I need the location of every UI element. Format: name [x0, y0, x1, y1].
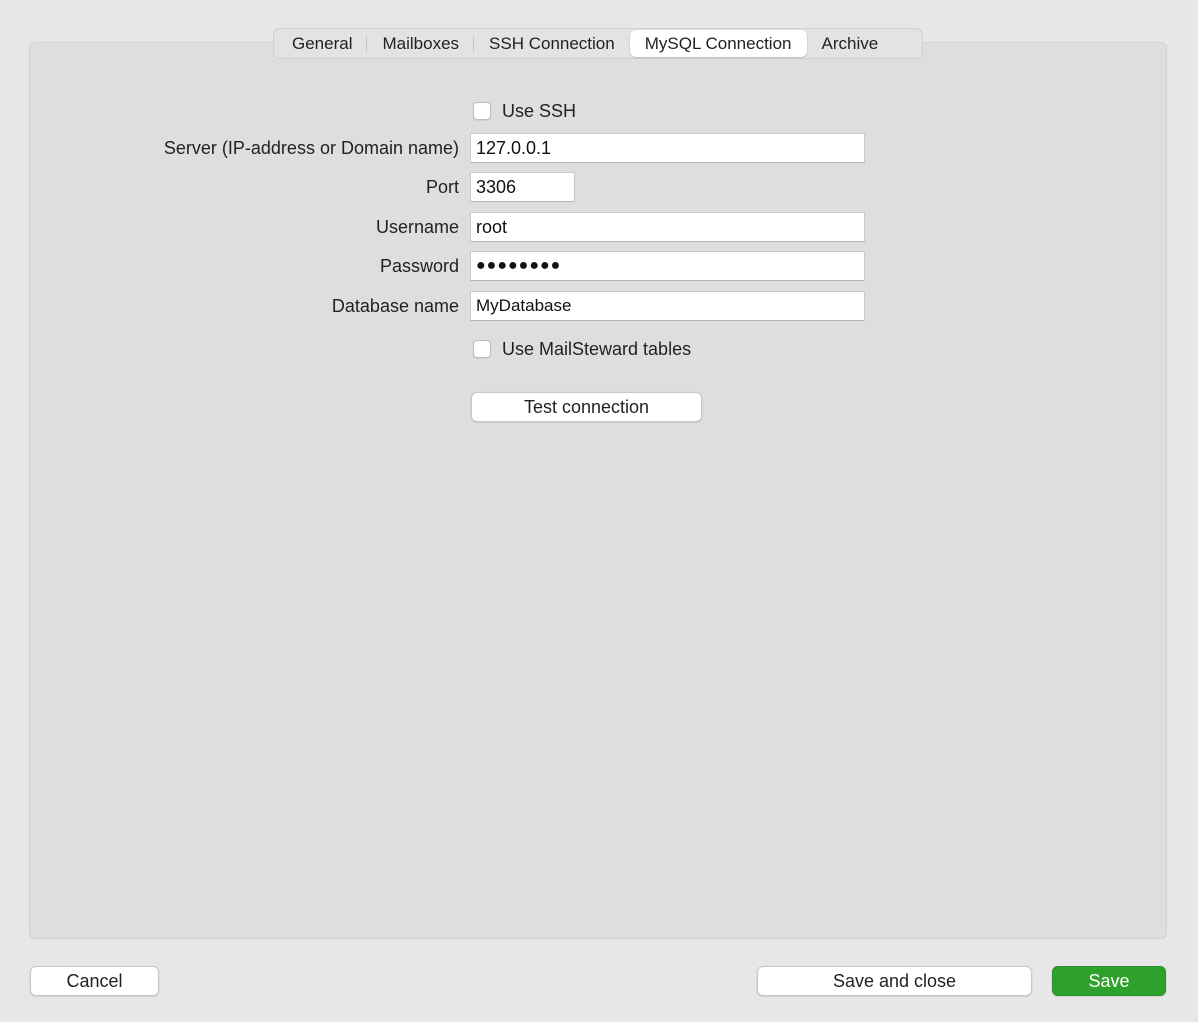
username-input[interactable]: root	[470, 212, 865, 242]
tab-general[interactable]: General	[277, 30, 368, 57]
save-and-close-button[interactable]: Save and close	[757, 966, 1032, 996]
password-label: Password	[379, 256, 459, 276]
database-name-input[interactable]: MyDatabase	[470, 291, 865, 321]
database-name-label: Database name	[331, 296, 459, 316]
use-mailsteward-tables-label: Use MailSteward tables	[502, 338, 692, 359]
port-input[interactable]: 3306	[470, 172, 575, 202]
tab-archive[interactable]: Archive	[807, 30, 894, 57]
use-mailsteward-tables-row[interactable]: Use MailSteward tables	[473, 338, 691, 360]
tab-bar: General Mailboxes SSH Connection MySQL C…	[273, 28, 923, 59]
tab-content-panel	[29, 42, 1167, 939]
tab-mailboxes[interactable]: Mailboxes	[367, 30, 474, 57]
use-ssh-checkbox[interactable]	[473, 102, 491, 120]
preferences-window: General Mailboxes SSH Connection MySQL C…	[0, 0, 1198, 1022]
port-label: Port	[425, 177, 459, 197]
username-label: Username	[375, 217, 459, 237]
use-ssh-label: Use SSH	[502, 100, 577, 121]
server-label: Server (IP-address or Domain name)	[163, 138, 459, 158]
cancel-button[interactable]: Cancel	[30, 966, 159, 996]
use-mailsteward-tables-checkbox[interactable]	[473, 340, 491, 358]
password-input[interactable]: ●●●●●●●●	[470, 251, 865, 281]
tab-ssh-connection[interactable]: SSH Connection	[474, 30, 630, 57]
use-ssh-row[interactable]: Use SSH	[473, 100, 576, 122]
test-connection-button[interactable]: Test connection	[471, 392, 702, 422]
server-input[interactable]: 127.0.0.1	[470, 133, 865, 163]
save-button[interactable]: Save	[1052, 966, 1166, 996]
tab-mysql-connection[interactable]: MySQL Connection	[629, 30, 807, 57]
